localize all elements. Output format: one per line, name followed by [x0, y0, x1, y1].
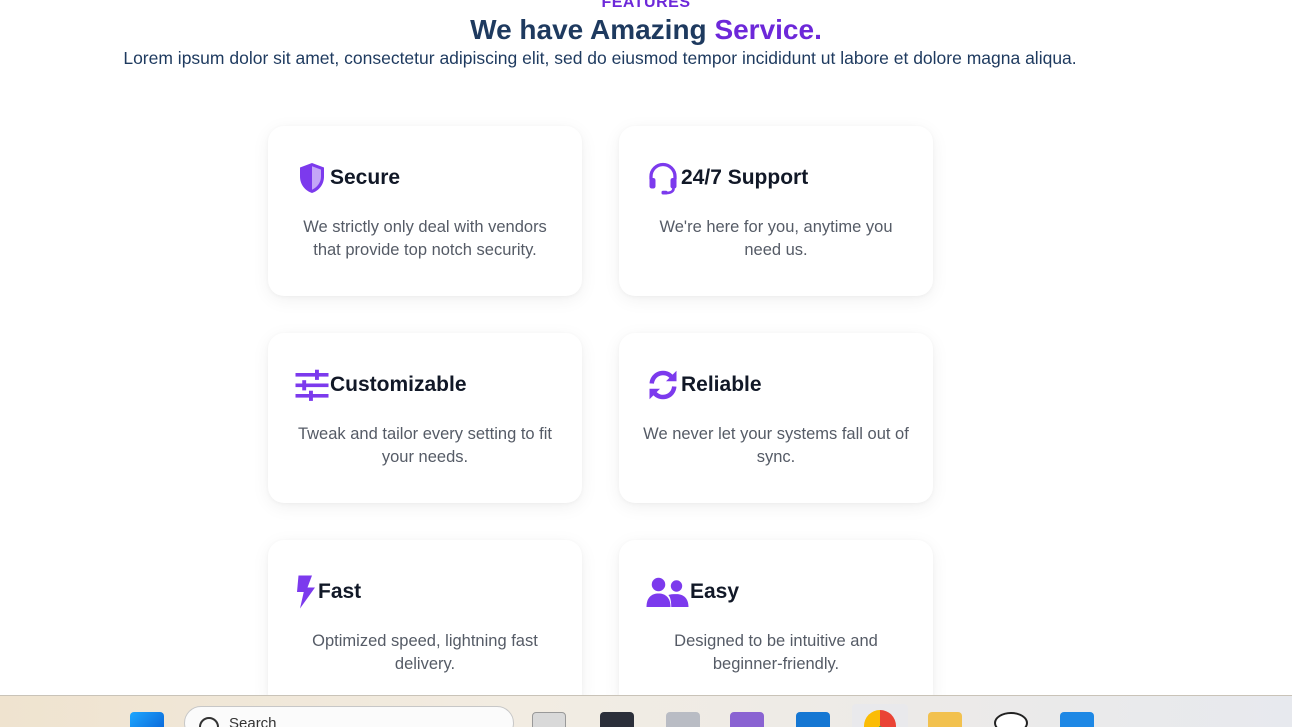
headset-icon [645, 160, 681, 196]
feature-title: 24/7 Support [681, 166, 809, 189]
feature-title: Customizable [330, 373, 467, 396]
feature-header: Fast [294, 574, 361, 610]
feature-card-easy: Easy Designed to be intuitive and beginn… [619, 540, 933, 710]
feature-header: Reliable [645, 367, 762, 403]
feature-card-fast: Fast Optimized speed, lightning fast del… [268, 540, 582, 710]
start-icon[interactable] [130, 712, 164, 727]
feature-card-secure: Secure We strictly only deal with vendor… [268, 126, 582, 296]
visual-studio-icon[interactable] [730, 712, 764, 727]
feature-description: We never let your systems fall out of sy… [643, 425, 909, 466]
feature-title: Reliable [681, 373, 762, 396]
file-explorer-icon[interactable] [928, 712, 962, 727]
feature-description: Designed to be intuitive and beginner-fr… [674, 632, 878, 673]
sliders-icon [294, 367, 330, 403]
outlook-icon[interactable] [796, 712, 830, 727]
feature-description: We strictly only deal with vendors that … [303, 218, 547, 259]
vscode-icon[interactable] [1060, 712, 1094, 727]
feature-title: Secure [330, 166, 401, 189]
feature-header: Easy [645, 574, 739, 610]
feature-card-customizable: Customizable Tweak and tailor every sett… [268, 333, 582, 503]
feature-title: Easy [690, 580, 740, 603]
page: FEATURES We have Amazing Service. Lorem … [0, 0, 1292, 727]
shield-icon [294, 160, 330, 196]
feature-title: Fast [318, 580, 362, 603]
feature-card-support: 24/7 Support We're here for you, anytime… [619, 126, 933, 296]
feature-header: Secure [294, 160, 400, 196]
search-icon [199, 717, 219, 727]
chatgpt-icon[interactable] [994, 712, 1028, 727]
sync-icon [645, 367, 681, 403]
feature-card-reliable: Reliable We never let your systems fall … [619, 333, 933, 503]
feature-description: We're here for you, anytime you need us. [659, 218, 893, 259]
devtools-icon[interactable] [666, 712, 700, 727]
windows-taskbar: Search [0, 695, 1292, 727]
headline-main: We have Amazing [470, 14, 707, 45]
terminal-icon[interactable] [600, 712, 634, 727]
feature-header: 24/7 Support [645, 160, 808, 196]
taskbar-search[interactable]: Search [184, 706, 514, 727]
headline-accent: Service. [714, 14, 822, 45]
section-headline: We have Amazing Service. [0, 14, 1292, 46]
section-description: Lorem ipsum dolor sit amet, consectetur … [123, 48, 1077, 68]
bolt-icon [294, 574, 318, 610]
chrome-icon[interactable] [852, 704, 908, 727]
feature-description: Tweak and tailor every setting to fit yo… [297, 425, 553, 466]
search-label: Search [229, 715, 277, 727]
taskview-icon[interactable] [532, 712, 566, 727]
feature-description: Optimized speed, lightning fast delivery… [312, 632, 538, 673]
users-icon [645, 574, 690, 610]
section-eyebrow: FEATURES [601, 0, 691, 11]
feature-header: Customizable [294, 367, 467, 403]
